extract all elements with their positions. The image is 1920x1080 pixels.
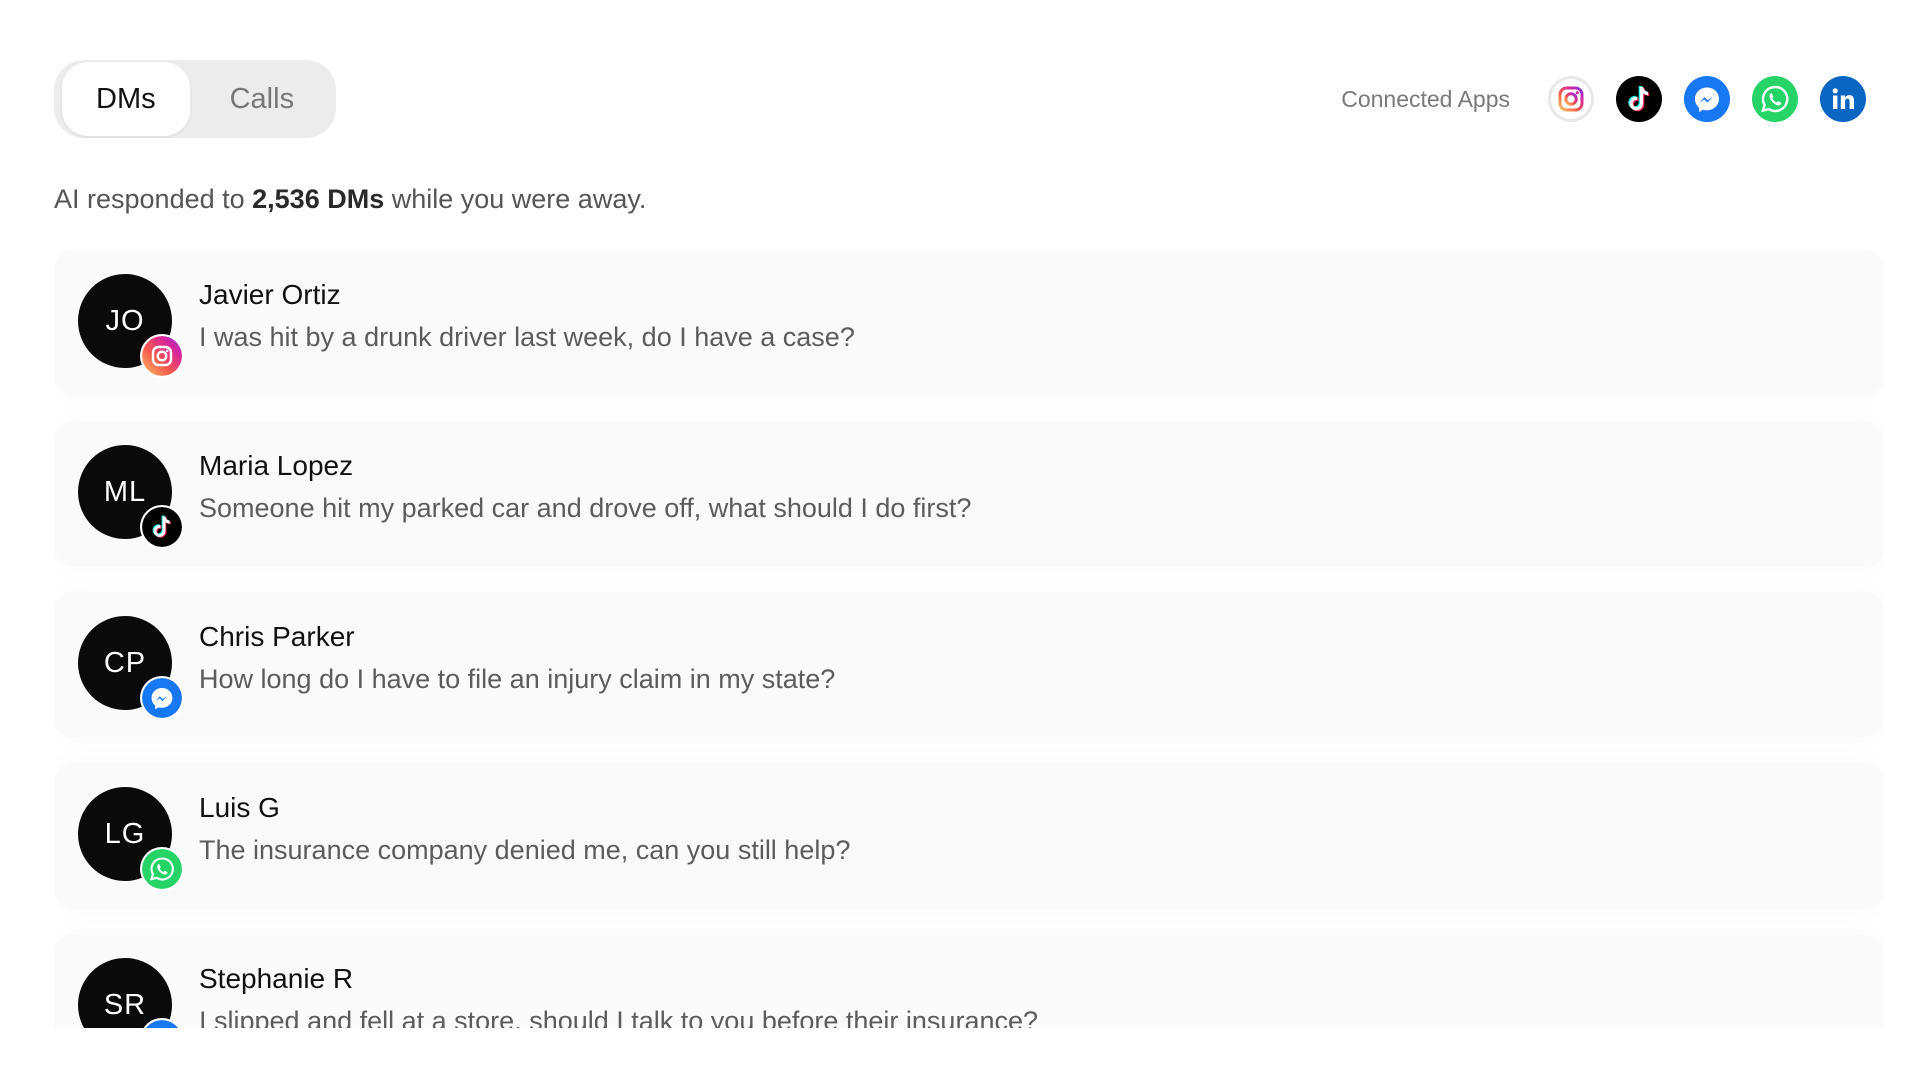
contact-name: Stephanie R: [199, 963, 354, 994]
conversation-row[interactable]: SR Stephanie R I slipped and fell at a s…: [54, 934, 1884, 1028]
dms-screen: DMs Calls Connected Apps AI responded to…: [0, 0, 1920, 1080]
conversation-list: JO Javier Ortiz I was hit by a drunk dri…: [54, 250, 1884, 1028]
connected-apps-label: Connected Apps: [1341, 85, 1510, 112]
whatsapp-icon[interactable]: [1752, 76, 1798, 122]
tab-switcher: DMs Calls: [54, 60, 337, 138]
conversation-text: Maria Lopez Someone hit my parked car an…: [199, 448, 1844, 528]
message-preview: Someone hit my parked car and drove off,…: [199, 493, 972, 523]
messenger-icon[interactable]: [1684, 76, 1730, 122]
instagram-badge-icon: [140, 334, 184, 378]
tiktok-badge-icon: [140, 505, 184, 549]
message-preview: I slipped and fell at a store, should I …: [199, 1006, 1039, 1028]
contact-name: Javier Ortiz: [199, 279, 341, 310]
message-preview: The insurance company denied me, can you…: [199, 835, 851, 865]
instagram-icon[interactable]: [1548, 76, 1594, 122]
away-summary: AI responded to 2,536 DMs while you were…: [54, 184, 646, 215]
conversation-row[interactable]: ML Maria Lopez Someone hit my parked car…: [54, 421, 1884, 567]
conversation-row[interactable]: CP Chris Parker How long do I have to fi…: [54, 592, 1884, 738]
contact-name: Luis G: [199, 792, 280, 823]
summary-prefix: AI responded to: [54, 184, 253, 214]
whatsapp-badge-icon: [140, 847, 184, 891]
messenger-badge-icon: [140, 676, 184, 720]
message-preview: I was hit by a drunk driver last week, d…: [199, 322, 855, 352]
tab-dms[interactable]: DMs: [62, 62, 190, 136]
tiktok-icon[interactable]: [1616, 76, 1662, 122]
tab-calls[interactable]: Calls: [196, 62, 328, 136]
contact-name: Chris Parker: [199, 621, 355, 652]
message-preview: How long do I have to file an injury cla…: [199, 664, 836, 694]
conversation-text: Luis G The insurance company denied me, …: [199, 790, 1844, 870]
linkedin-icon[interactable]: [1820, 76, 1866, 122]
conversation-text: Chris Parker How long do I have to file …: [199, 619, 1844, 699]
connected-apps: Connected Apps: [1341, 76, 1866, 122]
summary-count: 2,536 DMs: [252, 184, 385, 214]
conversation-row[interactable]: JO Javier Ortiz I was hit by a drunk dri…: [54, 250, 1884, 396]
summary-suffix: while you were away.: [384, 184, 647, 214]
conversation-text: Javier Ortiz I was hit by a drunk driver…: [199, 277, 1844, 357]
top-bar: DMs Calls Connected Apps: [54, 52, 1866, 146]
conversation-text: Stephanie R I slipped and fell at a stor…: [199, 961, 1844, 1028]
contact-name: Maria Lopez: [199, 450, 354, 481]
conversation-row[interactable]: LG Luis G The insurance company denied m…: [54, 763, 1884, 909]
